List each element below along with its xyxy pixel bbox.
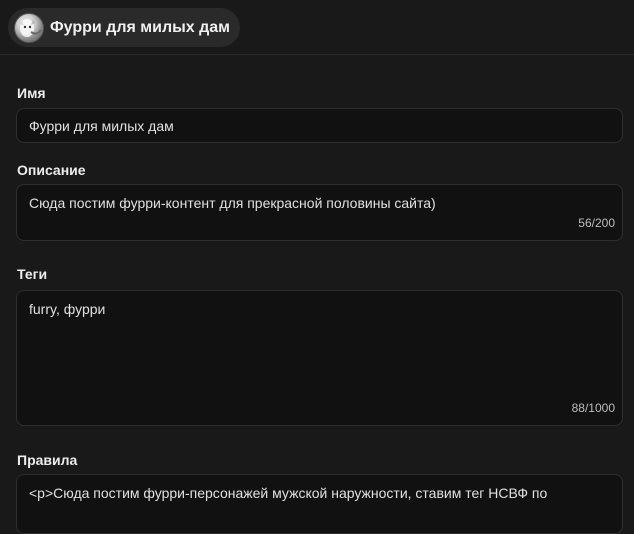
top-bar: Фурри для милых дам bbox=[0, 0, 634, 55]
rules-label: Правила bbox=[17, 452, 78, 468]
community-avatar-icon bbox=[14, 12, 44, 43]
name-label: Имя bbox=[17, 85, 46, 101]
rules-textarea[interactable]: <p>Сюда постим фурри-персонажей мужской … bbox=[16, 474, 623, 534]
tags-char-counter: 88/1000 bbox=[571, 401, 615, 415]
tags-textarea[interactable]: furry, фурри 88/1000 bbox=[16, 290, 623, 426]
rules-value: <p>Сюда постим фурри-персонажей мужской … bbox=[29, 485, 548, 501]
name-input[interactable]: Фурри для милых дам bbox=[16, 108, 623, 143]
community-title: Фурри для милых дам bbox=[50, 18, 231, 36]
description-value: Сюда постим фурри-контент для прекрасной… bbox=[29, 195, 436, 211]
tags-value: furry, фурри bbox=[29, 301, 106, 317]
description-label: Описание bbox=[17, 162, 86, 178]
description-char-counter: 56/200 bbox=[578, 216, 615, 230]
description-textarea[interactable]: Сюда постим фурри-контент для прекрасной… bbox=[16, 184, 623, 241]
community-chip[interactable]: Фурри для милых дам bbox=[8, 8, 241, 47]
tags-label: Теги bbox=[17, 266, 48, 282]
name-value: Фурри для милых дам bbox=[29, 118, 174, 134]
